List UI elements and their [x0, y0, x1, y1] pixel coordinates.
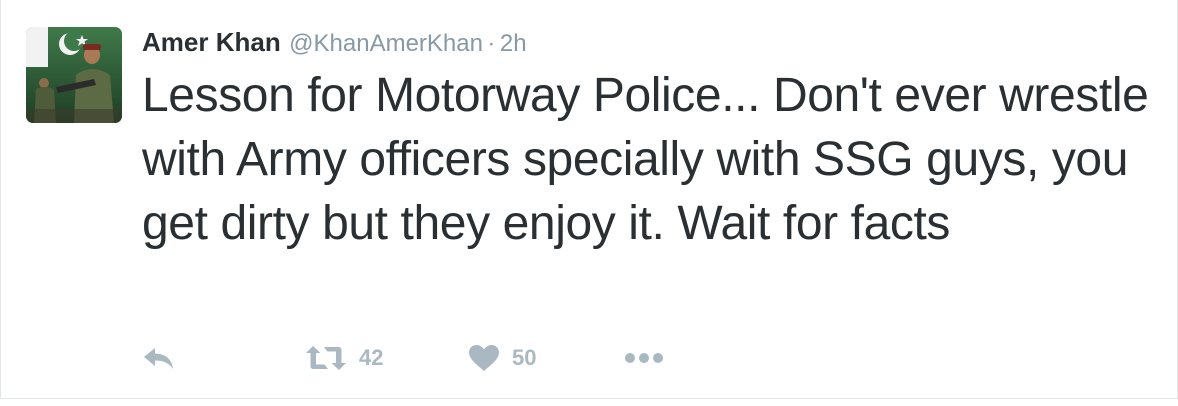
reply-icon [144, 348, 173, 369]
more-button[interactable] [624, 351, 664, 365]
like-count: 50 [512, 345, 537, 370]
retweet-count: 42 [359, 345, 384, 370]
author-name[interactable]: Amer Khan [142, 27, 281, 57]
heart-icon [469, 345, 499, 371]
like-button[interactable]: 50 [468, 344, 624, 372]
retweet-icon [306, 346, 346, 370]
reply-button[interactable] [142, 345, 305, 371]
retweet-button[interactable]: 42 [305, 344, 468, 372]
header-separator: · [487, 30, 496, 57]
more-icon [625, 353, 663, 363]
tweet-card: Amer Khan @KhanAmerKhan · 2h Lesson for … [0, 0, 1178, 399]
tweet-text: Lesson for Motorway Police... Don't ever… [142, 69, 1149, 250]
avatar-image [26, 27, 122, 123]
tweet-header: Amer Khan @KhanAmerKhan · 2h [142, 26, 527, 58]
tweet-timestamp[interactable]: 2h [500, 30, 527, 57]
author-handle[interactable]: @KhanAmerKhan [289, 30, 483, 57]
tweet-actions: 42 50 [142, 340, 664, 376]
avatar[interactable] [26, 27, 122, 123]
